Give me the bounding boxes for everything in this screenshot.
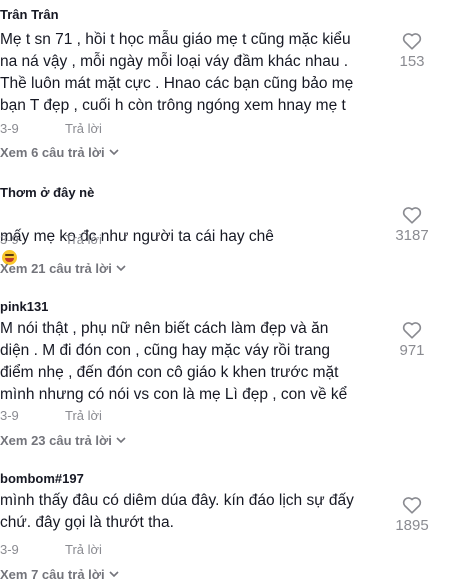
- comment-meta: 3-9 Trả lời: [0, 408, 102, 423]
- like-button[interactable]: 153: [392, 32, 432, 70]
- chevron-down-icon: [116, 265, 126, 272]
- comment-date: 3-9: [0, 542, 19, 557]
- reply-button[interactable]: Trả lời: [65, 121, 102, 136]
- heart-outline-icon: [402, 33, 422, 50]
- comment-meta: 3-9 Trả lời: [0, 121, 102, 136]
- comment-username[interactable]: pink131: [0, 299, 48, 314]
- comment-date: 3-9: [0, 232, 19, 247]
- view-replies-button[interactable]: Xem 23 câu trả lời: [0, 433, 126, 448]
- like-count: 1895: [395, 517, 429, 534]
- comment-meta: 3-9 Trả lời: [0, 542, 102, 557]
- view-replies-button[interactable]: Xem 7 câu trả lời: [0, 567, 119, 582]
- comment-date: 3-9: [0, 121, 19, 136]
- comment-text: M nói thật , phụ nữ nên biết cách làm đẹ…: [0, 320, 348, 403]
- view-replies-label: Xem 7 câu trả lời: [0, 567, 105, 582]
- comment-username[interactable]: Trân Trân: [0, 7, 59, 22]
- reply-button[interactable]: Trả lời: [65, 232, 102, 247]
- heart-outline-icon: [402, 322, 422, 339]
- comment-text: mình thấy đâu có diêm dúa đây. kín đáo l…: [0, 492, 354, 531]
- view-replies-button[interactable]: Xem 6 câu trả lời: [0, 145, 119, 160]
- reply-button[interactable]: Trả lời: [65, 542, 102, 557]
- comment-username[interactable]: bombom#197: [0, 471, 84, 486]
- comment-text: Mẹ t sn 71 , hồi t học mẫu giáo mẹ t cũn…: [0, 31, 354, 114]
- heart-outline-icon: [402, 497, 422, 514]
- like-button[interactable]: 3187: [392, 206, 432, 244]
- like-button[interactable]: 1895: [392, 496, 432, 534]
- chevron-down-icon: [109, 149, 119, 156]
- like-count: 153: [399, 53, 425, 70]
- heart-outline-icon: [402, 207, 422, 224]
- view-replies-button[interactable]: Xem 21 câu trả lời: [0, 261, 126, 276]
- comment-meta: 3-9 Trả lời: [0, 232, 102, 247]
- like-count: 3187: [395, 227, 429, 244]
- view-replies-label: Xem 23 câu trả lời: [0, 433, 112, 448]
- view-replies-label: Xem 21 câu trả lời: [0, 261, 112, 276]
- comment-date: 3-9: [0, 408, 19, 423]
- view-replies-label: Xem 6 câu trả lời: [0, 145, 105, 160]
- reply-button[interactable]: Trả lời: [65, 408, 102, 423]
- like-button[interactable]: 971: [392, 321, 432, 359]
- like-count: 971: [399, 342, 425, 359]
- comment-username[interactable]: Thơm ở đây nè: [0, 185, 94, 200]
- chevron-down-icon: [116, 437, 126, 444]
- chevron-down-icon: [109, 571, 119, 578]
- comment-list: Trân Trân Mẹ t sn 71 , hồi t học mẫu giá…: [0, 0, 450, 583]
